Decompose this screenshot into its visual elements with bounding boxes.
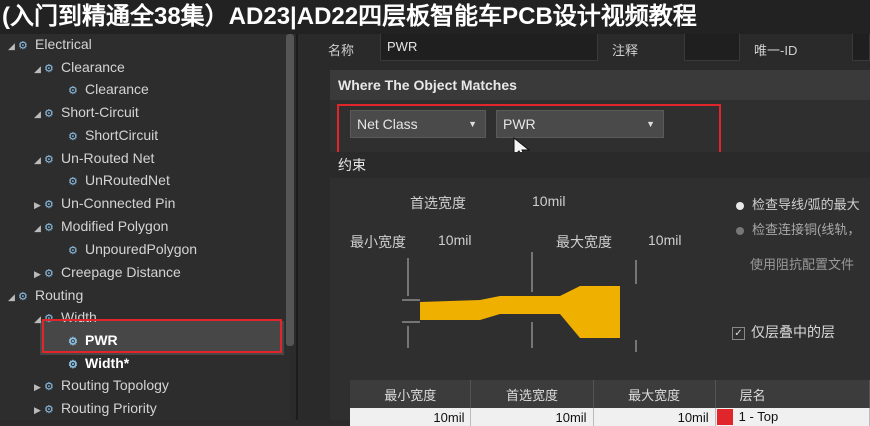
tree-item-width-[interactable]: ⚙ Width* (58, 352, 129, 374)
max-width-label: 最大宽度 (556, 234, 612, 250)
tree-item-un-routed-net[interactable]: ◢ ⚙ Un-Routed Net (34, 147, 154, 169)
col-preferred-width: 首选宽度 (470, 380, 594, 408)
rule-icon: ⚙ (18, 40, 28, 52)
layer-stack-only-checkbox[interactable]: ✓ 仅层叠中的层 (732, 322, 835, 342)
tree-item-label: Un-Connected Pin (61, 195, 176, 211)
tree-item-unpouredpolygon[interactable]: ⚙ UnpouredPolygon (58, 238, 197, 260)
rule-icon: ⚙ (44, 63, 54, 75)
expand-arrow-icon[interactable]: ◢ (8, 35, 18, 57)
tree-item-label: Un-Routed Net (61, 150, 155, 166)
rule-icon: ⚙ (44, 108, 54, 120)
rule-icon: ⚙ (44, 199, 54, 211)
collapse-arrow-icon[interactable]: ▶ (34, 399, 44, 421)
tree-item-label: ShortCircuit (85, 127, 159, 143)
tree-item-routing-priority[interactable]: ▶ ⚙ Routing Priority (34, 397, 157, 419)
video-title-banner: (入门到精通全38集）AD23|AD22四层板智能车PCB设计视频教程 (0, 0, 870, 34)
collapse-arrow-icon[interactable]: ▶ (34, 263, 44, 285)
rule-icon: ⚙ (44, 404, 54, 416)
table-row[interactable]: 10mil 10mil 10mil 1 - Top (350, 408, 870, 426)
tree-item-label: Routing Priority (61, 400, 157, 416)
rule-icon: ⚙ (44, 154, 54, 166)
max-width-value[interactable]: 10mil (648, 232, 681, 248)
rule-icon: ⚙ (68, 245, 78, 257)
min-width-label: 最小宽度 (350, 234, 406, 250)
rule-icon: ⚙ (18, 291, 28, 303)
min-width-value[interactable]: 10mil (438, 232, 471, 248)
tree-item-label: Width* (85, 355, 130, 371)
constraints-header: 约束 (330, 152, 870, 178)
rule-icon: ⚙ (68, 131, 78, 143)
trace-width-illustration (402, 252, 637, 352)
tree-item-label: Clearance (61, 59, 125, 75)
panel-divider[interactable] (296, 34, 298, 420)
collapse-arrow-icon[interactable]: ▶ (34, 376, 44, 398)
expand-arrow-icon[interactable]: ◢ (34, 58, 44, 80)
expand-arrow-icon[interactable]: ◢ (34, 149, 44, 171)
collapse-arrow-icon[interactable]: ▶ (34, 194, 44, 216)
tree-item-clearance[interactable]: ⚙ Clearance (58, 78, 149, 100)
tree-item-label: Routing (35, 287, 84, 303)
radio-check-copper[interactable]: 检查连接铜(线轨， (736, 219, 860, 238)
impedance-profile-label: 使用阻抗配置文件 (750, 257, 855, 272)
cell-max-width[interactable]: 10mil (593, 408, 716, 426)
tree-scrollbar[interactable] (286, 34, 294, 346)
unique-id-field[interactable] (852, 33, 870, 61)
col-layer-name: 层名 (715, 380, 870, 408)
tree-item-label: Clearance (85, 81, 149, 97)
tree-item-electrical[interactable]: ◢ ⚙ Electrical (8, 33, 92, 55)
radio-check-copper-label: 检查连接铜(线轨， (752, 222, 861, 237)
tree-item-label: Modified Polygon (61, 218, 169, 234)
rule-icon: ⚙ (68, 85, 78, 97)
col-min-width: 最小宽度 (350, 380, 472, 408)
layer-color-swatch (716, 409, 733, 425)
preferred-width-label: 首选宽度 (410, 195, 466, 211)
rule-icon: ⚙ (44, 381, 54, 393)
tree-item-label: Creepage Distance (61, 264, 181, 280)
tree-item-routing[interactable]: ◢ ⚙ Routing (8, 284, 83, 306)
tree-item-label: UnpouredPolygon (85, 241, 198, 257)
preferred-width-value[interactable]: 10mil (532, 193, 565, 209)
rule-icon: ⚙ (44, 268, 54, 280)
cell-preferred-width[interactable]: 10mil (470, 408, 594, 426)
object-match-header: Where The Object Matches (330, 70, 870, 100)
expand-arrow-icon[interactable]: ◢ (8, 286, 18, 308)
tree-item-short-circuit[interactable]: ◢ ⚙ Short-Circuit (34, 101, 139, 123)
tree-item-routing-topology[interactable]: ▶ ⚙ Routing Topology (34, 374, 169, 396)
radio-check-max-arc-label: 检查导线/弧的最大 (752, 197, 860, 212)
tree-item-label: Electrical (35, 36, 92, 52)
tree-item-clearance[interactable]: ◢ ⚙ Clearance (34, 56, 125, 78)
name-field[interactable]: PWR (380, 33, 598, 61)
pwr-highlight-box (42, 319, 282, 353)
expand-arrow-icon[interactable]: ◢ (34, 103, 44, 125)
tree-item-modified-polygon[interactable]: ◢ ⚙ Modified Polygon (34, 215, 168, 237)
rule-icon: ⚙ (44, 222, 54, 234)
layer-stack-only-label: 仅层叠中的层 (751, 324, 835, 340)
radio-dot-icon (736, 226, 744, 235)
checkmark-icon: ✓ (732, 326, 745, 340)
tree-item-unroutednet[interactable]: ⚙ UnRoutedNet (58, 169, 170, 191)
radio-check-max-arc[interactable]: 检查导线/弧的最大 (736, 194, 860, 213)
rule-icon: ⚙ (68, 359, 78, 371)
cell-layer-name[interactable]: 1 - Top (715, 408, 870, 426)
radio-dot-icon (736, 201, 744, 210)
tree-item-creepage-distance[interactable]: ▶ ⚙ Creepage Distance (34, 261, 181, 283)
width-table: 最小宽度 首选宽度 最大宽度 层名 10mil 10mil 10mil 1 - … (350, 380, 870, 426)
comment-label: 注释 (612, 43, 639, 58)
rule-icon: ⚙ (68, 176, 78, 188)
name-label: 名称 (328, 43, 355, 58)
expand-arrow-icon[interactable]: ◢ (34, 217, 44, 239)
tree-item-label: Short-Circuit (61, 104, 139, 120)
tree-item-label: UnRoutedNet (85, 172, 170, 188)
col-max-width: 最大宽度 (593, 380, 716, 408)
layer-name-text: 1 - Top (738, 409, 779, 424)
comment-field[interactable] (684, 33, 740, 61)
tree-item-shortcircuit[interactable]: ⚙ ShortCircuit (58, 124, 158, 146)
tree-item-un-connected-pin[interactable]: ▶ ⚙ Un-Connected Pin (34, 192, 175, 214)
tree-item-label: Routing Topology (61, 377, 169, 393)
unique-id-label: 唯一-ID (754, 43, 798, 58)
cell-min-width[interactable]: 10mil (350, 408, 472, 426)
